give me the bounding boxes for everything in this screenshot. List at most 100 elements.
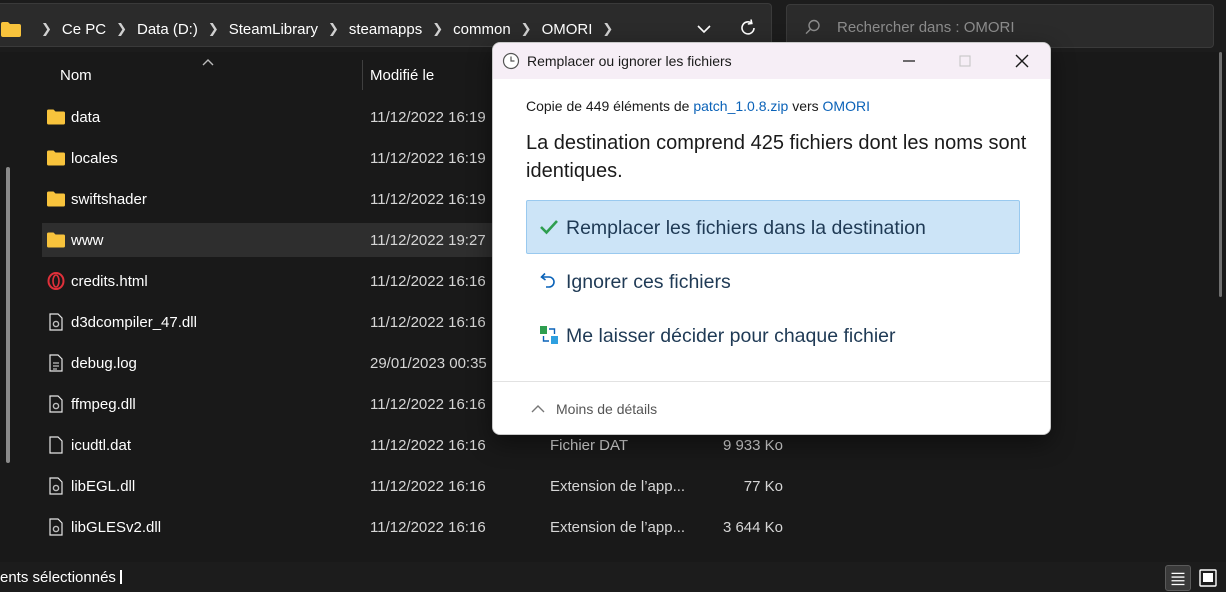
- status-selection-text: ents sélectionnés: [0, 569, 116, 586]
- file-row[interactable]: libGLESv2.dll 11/12/2022 16:16 Extension d…: [42, 510, 783, 544]
- file-modified: 11/12/2022 19:27: [370, 232, 486, 249]
- replace-files-option[interactable]: Remplacer les fichiers dans la destinati…: [526, 200, 1020, 254]
- file-row[interactable]: d3dcompiler_47.dll 11/12/2022 16:16: [42, 305, 542, 339]
- file-row[interactable]: icudtl.dat 11/12/2022 16:16 Fichier DAT 9 9…: [42, 428, 783, 462]
- file-name: ffmpeg.dll: [71, 396, 136, 413]
- scrollbar-left[interactable]: [6, 167, 10, 463]
- file-row[interactable]: libEGL.dll 11/12/2022 16:16 Extension de l…: [42, 469, 783, 503]
- file-name: debug.log: [71, 355, 137, 372]
- dll-file-icon: [49, 313, 63, 331]
- opera-html-icon: [47, 272, 65, 290]
- file-modified: 11/12/2022 16:16: [370, 519, 486, 536]
- copy-summary: Copie de 449 éléments de patch_1.0.8.zip…: [526, 98, 870, 114]
- replace-files-dialog: Remplacer ou ignorer les fichiers Copie …: [492, 42, 1051, 435]
- folder-icon: [47, 150, 65, 166]
- folder-icon: [47, 109, 65, 125]
- file-name: credits.html: [71, 273, 148, 290]
- close-icon[interactable]: [1010, 49, 1034, 73]
- folder-icon: [47, 191, 65, 207]
- decide-each-option[interactable]: Me laisser décider pour chaque fichier: [526, 308, 1020, 362]
- file-type: Fichier DAT: [550, 437, 629, 454]
- text-file-icon: [49, 354, 63, 372]
- copy-prefix: Copie de 449 éléments de: [526, 98, 694, 114]
- dialog-title: Remplacer ou ignorer les fichiers: [527, 53, 732, 69]
- clock-icon: [502, 52, 520, 70]
- details-view-icon[interactable]: [1165, 565, 1191, 591]
- breadcrumb-item[interactable]: SteamLibrary: [229, 21, 318, 38]
- skip-files-option[interactable]: Ignorer ces fichiers: [526, 254, 1020, 308]
- file-modified: 11/12/2022 16:19: [370, 109, 486, 126]
- status-separator: [120, 570, 122, 584]
- file-modified: 29/01/2023 00:35: [370, 355, 487, 372]
- decide-each-label: Me laisser décider pour chaque fichier: [566, 325, 896, 347]
- file-name: locales: [71, 150, 118, 167]
- file-size: 77 Ko: [743, 478, 783, 495]
- search-input[interactable]: [837, 17, 1197, 37]
- file-name: www: [71, 232, 104, 249]
- address-bar[interactable]: ❯ Ce PC ❯ Data (D:) ❯ SteamLibrary ❯ ste…: [0, 3, 772, 47]
- file-row[interactable]: debug.log 29/01/2023 00:35: [42, 346, 542, 380]
- breadcrumb-item[interactable]: Ce PC: [62, 21, 106, 38]
- undo-arrow-icon: [540, 272, 555, 288]
- file-row[interactable]: credits.html 11/12/2022 16:16: [42, 264, 542, 298]
- file-row[interactable]: ffmpeg.dll 11/12/2022 16:16: [42, 387, 542, 421]
- chevron-up-icon: [531, 405, 545, 413]
- dll-file-icon: [49, 395, 63, 413]
- scrollbar-right[interactable]: [1219, 52, 1222, 297]
- breadcrumb: ❯ Ce PC ❯ Data (D:) ❯ SteamLibrary ❯ ste…: [1, 18, 623, 40]
- chevron-right-icon[interactable]: ❯: [208, 21, 219, 37]
- skip-files-label: Ignorer ces fichiers: [566, 271, 731, 293]
- chevron-right-icon: ❯: [41, 21, 52, 36]
- file-name: libEGL.dll: [71, 478, 136, 495]
- file-modified: 11/12/2022 16:16: [370, 478, 486, 495]
- file-row[interactable]: locales 11/12/2022 16:19: [42, 141, 542, 175]
- copy-middle: vers: [788, 98, 823, 114]
- column-divider[interactable]: [362, 60, 363, 90]
- status-bar: ents sélectionnés: [0, 562, 1226, 592]
- chevron-down-icon[interactable]: [696, 22, 712, 36]
- file-modified: 11/12/2022 16:16: [370, 396, 486, 413]
- refresh-icon[interactable]: [738, 18, 758, 38]
- chevron-right-icon[interactable]: ❯: [116, 21, 127, 37]
- dll-file-icon: [49, 477, 63, 495]
- file-name: data: [71, 109, 101, 126]
- breadcrumb-item[interactable]: steamapps: [349, 21, 422, 38]
- column-header-name[interactable]: Nom: [60, 67, 92, 97]
- checkmark-icon: [540, 220, 558, 235]
- file-name: d3dcompiler_47.dll: [71, 314, 197, 331]
- blank-file-icon: [49, 436, 63, 454]
- chevron-right-icon[interactable]: ❯: [328, 21, 339, 37]
- search-icon: [805, 19, 820, 35]
- file-modified: 11/12/2022 16:16: [370, 273, 486, 290]
- dll-file-icon: [49, 518, 63, 536]
- compare-files-icon: [540, 326, 558, 344]
- file-size: 3 644 Ko: [722, 519, 783, 536]
- dialog-heading: La destination comprend 425 fichiers don…: [526, 132, 1027, 182]
- minimize-icon[interactable]: [897, 49, 921, 73]
- details-toggle[interactable]: Moins de détails: [493, 382, 1050, 434]
- file-name: icudtl.dat: [71, 437, 132, 454]
- breadcrumb-item[interactable]: Data (D:): [137, 21, 198, 38]
- destination-link[interactable]: OMORI: [823, 98, 870, 114]
- file-modified: 11/12/2022 16:19: [370, 191, 486, 208]
- chevron-right-icon[interactable]: ❯: [602, 21, 613, 37]
- dialog-titlebar[interactable]: Remplacer ou ignorer les fichiers: [493, 43, 1050, 79]
- column-header-modified[interactable]: Modifié le: [370, 67, 434, 97]
- file-name: swiftshader: [71, 191, 147, 208]
- breadcrumb-item[interactable]: common: [453, 21, 511, 38]
- file-row[interactable]: swiftshader 11/12/2022 16:19: [42, 182, 542, 216]
- file-modified: 11/12/2022 16:16: [370, 314, 486, 331]
- less-details-label: Moins de détails: [556, 401, 658, 417]
- folder-icon: [1, 21, 21, 37]
- chevron-right-icon[interactable]: ❯: [521, 21, 532, 37]
- chevron-right-icon[interactable]: ❯: [432, 21, 443, 37]
- file-modified: 11/12/2022 16:16: [370, 437, 486, 454]
- sort-ascending-icon[interactable]: [202, 58, 214, 66]
- replace-files-label: Remplacer les fichiers dans la destinati…: [566, 217, 926, 239]
- maximize-icon[interactable]: [953, 49, 977, 73]
- file-row[interactable]: data 11/12/2022 16:19: [42, 100, 542, 134]
- file-row[interactable]: www 11/12/2022 19:27: [42, 223, 542, 257]
- tiles-view-icon[interactable]: [1195, 565, 1221, 591]
- breadcrumb-item[interactable]: OMORI: [542, 21, 593, 38]
- source-link[interactable]: patch_1.0.8.zip: [693, 98, 788, 114]
